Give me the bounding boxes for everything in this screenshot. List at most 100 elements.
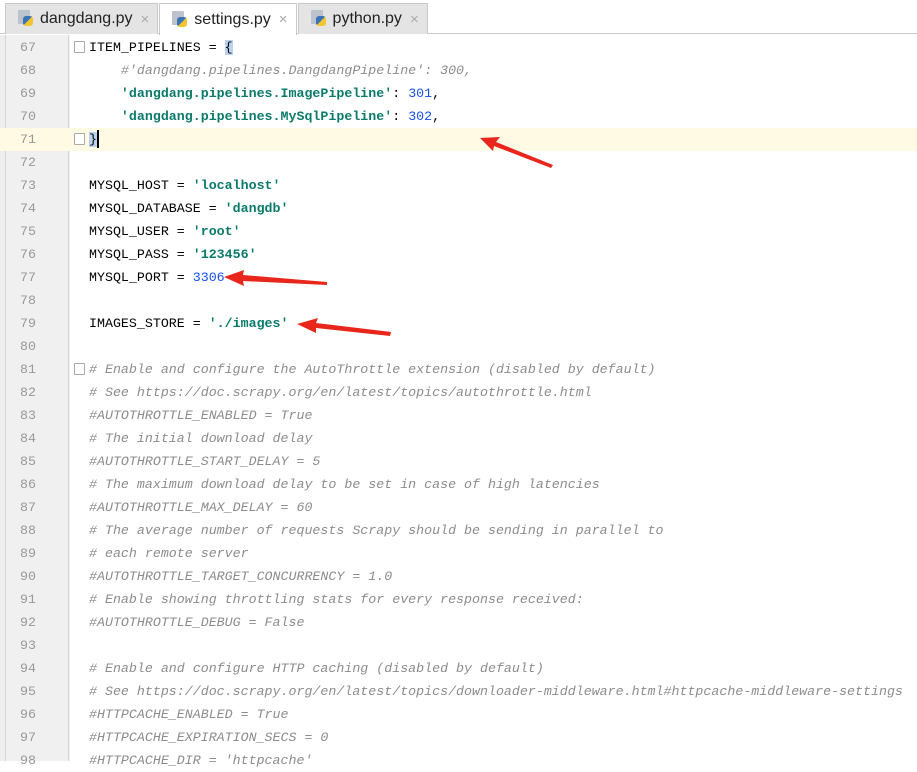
code-line: 89 # each remote server [0, 542, 917, 565]
code-token: '123456' [192, 247, 257, 262]
editor-tabs: dangdang.py × settings.py × python.py × [0, 0, 917, 35]
code-token: #HTTPCACHE_EXPIRATION_SECS = 0 [89, 730, 329, 745]
code-token: { [224, 40, 233, 55]
code-line: 88 # The average number of requests Scrap… [0, 519, 917, 542]
code-token: 'root' [192, 224, 241, 239]
code-line: 76 MYSQL_PASS = '123456' [0, 243, 917, 266]
code-text: 'dangdang.pipelines.ImagePipeline': 301, [89, 82, 440, 105]
code-token: # Enable showing throttling stats for ev… [89, 592, 584, 607]
fold-marker-icon[interactable] [74, 41, 85, 53]
code-token: #AUTOTHROTTLE_DEBUG = False [89, 615, 305, 630]
code-text: MYSQL_PORT = 3306 [89, 266, 225, 289]
close-icon[interactable]: × [410, 11, 419, 28]
code-text: # each remote server [89, 542, 249, 565]
code-line: 74 MYSQL_DATABASE = 'dangdb' [0, 197, 917, 220]
code-token: #'dangdang.pipelines.DangdangPipeline': … [120, 63, 473, 78]
line-number: 77 [20, 270, 36, 285]
close-icon[interactable]: × [141, 11, 150, 28]
code-token: 'dangdang.pipelines.MySqlPipeline' [120, 109, 393, 124]
line-number: 69 [20, 86, 36, 101]
code-text: # Enable and configure HTTP caching (dis… [89, 657, 544, 680]
line-number: 83 [20, 408, 36, 423]
code-line: 77 MYSQL_PORT = 3306 [0, 266, 917, 289]
code-token: 301 [408, 86, 433, 101]
code-token: # The maximum download delay to be set i… [89, 477, 600, 492]
line-number: 67 [20, 40, 36, 55]
code-line: 86 # The maximum download delay to be set… [0, 473, 917, 496]
code-line: 84 # The initial download delay [0, 427, 917, 450]
code-text: MYSQL_USER = 'root' [89, 220, 241, 243]
fold-marker-icon[interactable] [74, 363, 85, 375]
code-token: , [432, 86, 441, 101]
python-file-icon [310, 10, 327, 28]
code-line: 82 # See https://doc.scrapy.org/en/latest… [0, 381, 917, 404]
code-line: 79 IMAGES_STORE = './images' [0, 312, 917, 335]
code-token: ITEM_PIPELINES = [89, 40, 225, 55]
fold-marker-icon[interactable] [74, 133, 85, 145]
code-text: 'dangdang.pipelines.MySqlPipeline': 302, [89, 105, 440, 128]
code-text: # The maximum download delay to be set i… [89, 473, 600, 496]
code-text: MYSQL_DATABASE = 'dangdb' [89, 197, 289, 220]
code-token: # Enable and configure HTTP caching (dis… [89, 661, 544, 676]
code-token: MYSQL_PORT = [89, 270, 193, 285]
line-number: 85 [20, 454, 36, 469]
code-text: #AUTOTHROTTLE_MAX_DELAY = 60 [89, 496, 312, 519]
code-line: 78 [0, 289, 917, 312]
code-text: MYSQL_PASS = '123456' [89, 243, 257, 266]
code-token: , [432, 109, 441, 124]
code-line: 97 #HTTPCACHE_EXPIRATION_SECS = 0 [0, 726, 917, 749]
code-text: # See https://doc.scrapy.org/en/latest/t… [89, 381, 592, 404]
line-number: 74 [20, 201, 36, 216]
close-icon[interactable]: × [279, 11, 288, 28]
code-token: MYSQL_USER = [89, 224, 193, 239]
code-line: 92 #AUTOTHROTTLE_DEBUG = False [0, 611, 917, 634]
code-line: 91 # Enable showing throttling stats for … [0, 588, 917, 611]
line-number: 88 [20, 523, 36, 538]
line-number: 71 [20, 132, 36, 147]
tab-settings[interactable]: settings.py × [159, 3, 297, 35]
tab-label: python.py [332, 10, 402, 27]
code-token: #HTTPCACHE_ENABLED = True [89, 707, 289, 722]
code-line: 85 #AUTOTHROTTLE_START_DELAY = 5 [0, 450, 917, 473]
code-token: # The initial download delay [89, 431, 313, 446]
code-editor[interactable]: 67 ITEM_PIPELINES = {68 #'dangdang.pipeli… [0, 35, 917, 768]
line-number: 84 [20, 431, 36, 446]
tab-label: dangdang.py [40, 10, 133, 27]
code-token: # The average number of requests Scrapy … [89, 523, 664, 538]
code-text: #AUTOTHROTTLE_START_DELAY = 5 [89, 450, 320, 473]
code-text: #AUTOTHROTTLE_DEBUG = False [89, 611, 304, 634]
code-token: './images' [208, 316, 289, 331]
code-line: 94 # Enable and configure HTTP caching (d… [0, 657, 917, 680]
tab-python[interactable]: python.py × [297, 3, 428, 34]
code-text: #AUTOTHROTTLE_ENABLED = True [89, 404, 312, 427]
code-token: : [392, 86, 409, 101]
code-text: } [89, 128, 99, 151]
code-line: 90 #AUTOTHROTTLE_TARGET_CONCURRENCY = 1.0 [0, 565, 917, 588]
line-number: 73 [20, 178, 36, 193]
line-number: 72 [20, 155, 36, 170]
python-file-icon [172, 10, 188, 29]
code-line: 95 # See https://doc.scrapy.org/en/latest… [0, 680, 917, 703]
code-line: 75 MYSQL_USER = 'root' [0, 220, 917, 243]
code-token: 'dangdang.pipelines.ImagePipeline' [120, 86, 393, 101]
code-token: #AUTOTHROTTLE_START_DELAY = 5 [89, 454, 321, 469]
line-number: 96 [20, 707, 36, 722]
line-number: 93 [20, 638, 36, 653]
code-line: 80 [0, 335, 917, 358]
code-token: # Enable and configure the AutoThrottle … [89, 362, 656, 377]
line-number: 82 [20, 385, 36, 400]
line-number: 95 [20, 684, 36, 699]
code-text: MYSQL_HOST = 'localhost' [89, 174, 281, 197]
line-number: 86 [20, 477, 36, 492]
code-text: # Enable and configure the AutoThrottle … [89, 358, 656, 381]
code-line: 93 [0, 634, 917, 657]
code-text: #AUTOTHROTTLE_TARGET_CONCURRENCY = 1.0 [89, 565, 392, 588]
code-token: # See https://doc.scrapy.org/en/latest/t… [89, 684, 903, 699]
code-line: 96 #HTTPCACHE_ENABLED = True [0, 703, 917, 726]
code-text: #HTTPCACHE_EXPIRATION_SECS = 0 [89, 726, 328, 749]
code-text: # The initial download delay [89, 427, 312, 450]
tab-dangdang[interactable]: dangdang.py × [5, 3, 159, 34]
